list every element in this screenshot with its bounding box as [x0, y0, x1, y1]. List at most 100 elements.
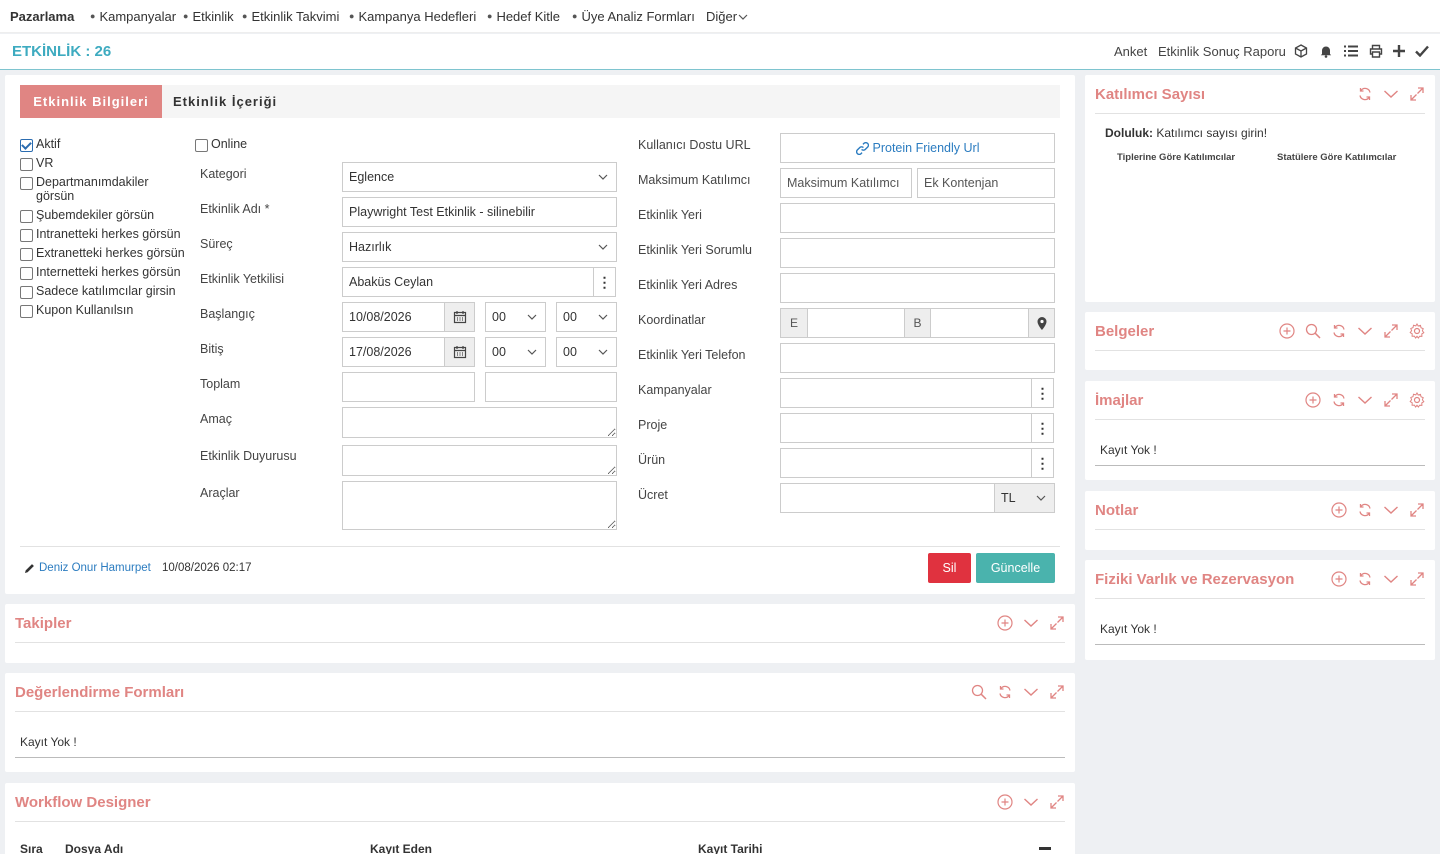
proje-input[interactable] [780, 413, 1032, 443]
refresh-icon[interactable] [997, 684, 1013, 700]
expand-icon[interactable] [1409, 86, 1425, 102]
tab-etkinlik-icerigi[interactable]: Etkinlik İçeriği [173, 85, 277, 118]
delete-button[interactable]: Sil [928, 553, 971, 583]
checkbox-box[interactable] [20, 267, 33, 280]
proje-menu-button[interactable]: ⋮ [1032, 413, 1054, 443]
column-header-kayit-eden[interactable]: Kayıt Eden [370, 842, 432, 854]
surec-select[interactable]: Hazırlık [342, 232, 617, 262]
chevron-down-icon[interactable] [1023, 794, 1039, 810]
maksimum-katilimci-input[interactable]: Maksimum Katılımcı [780, 168, 912, 198]
checkbox-intranet[interactable]: Intranetteki herkes görsün [20, 227, 181, 242]
urun-menu-button[interactable]: ⋮ [1032, 448, 1054, 478]
expand-icon[interactable] [1049, 794, 1065, 810]
checkbox-departman[interactable]: Departmanımdakiler görsün [20, 175, 180, 203]
chevron-down-icon[interactable] [1023, 615, 1039, 631]
toplam-input-2[interactable] [485, 372, 617, 402]
etkinlik-adi-input[interactable]: Playwright Test Etkinlik - silinebilir [342, 197, 617, 227]
nav-item-kampanya-hedefleri[interactable]: ● Kampanya Hedefleri [349, 9, 476, 24]
amac-textarea[interactable] [342, 407, 617, 438]
checkbox-vr[interactable]: VR [20, 156, 53, 171]
tab-etkinlik-bilgileri[interactable]: Etkinlik Bilgileri [20, 85, 162, 118]
anket-link[interactable]: Anket [1114, 44, 1147, 59]
chevron-down-icon[interactable] [1383, 502, 1399, 518]
nav-item-uye-analiz-formlari[interactable]: ● Üye Analiz Formları [572, 9, 695, 24]
baslangic-minute-select[interactable]: 00 [556, 302, 617, 332]
checkbox-box[interactable] [20, 229, 33, 242]
chevron-down-icon[interactable] [1357, 392, 1373, 408]
nav-item-hedef-kitle[interactable]: ● Hedef Kitle [487, 9, 560, 24]
bell-icon[interactable] [1318, 43, 1334, 59]
expand-icon[interactable] [1049, 684, 1065, 700]
chevron-down-icon[interactable] [1357, 323, 1373, 339]
check-icon[interactable] [1414, 43, 1430, 59]
refresh-icon[interactable] [1331, 323, 1347, 339]
refresh-icon[interactable] [1357, 571, 1373, 587]
column-header-sira[interactable]: Sıra [20, 842, 43, 854]
checkbox-box[interactable] [20, 210, 33, 223]
checkbox-kupon[interactable]: Kupon Kullanılsın [20, 303, 133, 318]
checkbox-internet[interactable]: Internetteki herkes görsün [20, 265, 181, 280]
gear-icon[interactable] [1409, 392, 1425, 408]
search-icon[interactable] [971, 684, 987, 700]
refresh-icon[interactable] [1357, 86, 1373, 102]
checkbox-online[interactable]: Online [195, 137, 247, 152]
etkinlik-yeri-adres-input[interactable] [780, 273, 1055, 303]
expand-icon[interactable] [1409, 502, 1425, 518]
cube-icon[interactable] [1293, 43, 1309, 59]
list-icon[interactable] [1343, 43, 1359, 59]
yetkili-input[interactable]: Abaküs Ceylan [342, 267, 594, 297]
map-marker-icon[interactable] [1028, 309, 1054, 337]
checkbox-box[interactable] [20, 286, 33, 299]
gear-icon[interactable] [1409, 323, 1425, 339]
refresh-icon[interactable] [1357, 502, 1373, 518]
expand-icon[interactable] [1409, 571, 1425, 587]
plus-icon[interactable] [1391, 43, 1407, 59]
currency-select[interactable]: TL [994, 483, 1055, 513]
nav-item-etkinlik-takvimi[interactable]: ● Etkinlik Takvimi [242, 9, 339, 24]
record-user-link[interactable]: Deniz Onur Hamurpet [39, 562, 151, 574]
friendly-url-button[interactable]: Protein Friendly Url [780, 133, 1055, 163]
checkbox-sadece-katilimcilar[interactable]: Sadece katılımcılar girsin [20, 284, 176, 299]
kampanyalar-input[interactable] [780, 378, 1032, 408]
checkbox-extranet[interactable]: Extranetteki herkes görsün [20, 246, 185, 261]
refresh-icon[interactable] [1331, 392, 1347, 408]
etkinlik-yeri-input[interactable] [780, 203, 1055, 233]
checkbox-sube[interactable]: Şubemdekiler görsün [20, 208, 154, 223]
update-button[interactable]: Güncelle [976, 553, 1055, 583]
baslangic-date-input[interactable]: 10/08/2026 [342, 302, 475, 332]
calendar-icon[interactable] [444, 338, 474, 366]
ucret-input[interactable] [780, 483, 995, 513]
urun-input[interactable] [780, 448, 1032, 478]
nav-item-diger[interactable]: Diğer [706, 9, 748, 24]
baslangic-hour-select[interactable]: 00 [485, 302, 546, 332]
yetkili-menu-button[interactable]: ⋮ [594, 267, 616, 297]
print-icon[interactable] [1368, 43, 1384, 59]
bitis-minute-select[interactable]: 00 [556, 337, 617, 367]
chevron-down-icon[interactable] [1023, 684, 1039, 700]
checkbox-box[interactable] [20, 248, 33, 261]
column-header-dosya-adi[interactable]: Dosya Adı [65, 842, 123, 854]
nav-item-etkinlik[interactable]: ● Etkinlik [183, 9, 234, 24]
minus-icon[interactable] [1039, 847, 1051, 850]
checkbox-box[interactable] [195, 139, 208, 152]
chevron-down-icon[interactable] [1383, 571, 1399, 587]
etkinlik-yeri-sorumlu-input[interactable] [780, 238, 1055, 268]
calendar-icon[interactable] [444, 303, 474, 331]
bitis-date-input[interactable]: 17/08/2026 [342, 337, 475, 367]
add-icon[interactable] [1331, 502, 1347, 518]
chevron-down-icon[interactable] [1383, 86, 1399, 102]
bitis-hour-select[interactable]: 00 [485, 337, 546, 367]
ek-kontenjan-input[interactable]: Ek Kontenjan [917, 168, 1055, 198]
checkbox-box[interactable] [20, 177, 33, 190]
kampanyalar-menu-button[interactable]: ⋮ [1032, 378, 1054, 408]
checkbox-aktif[interactable]: Aktif [20, 137, 60, 152]
checkbox-box[interactable] [20, 158, 33, 171]
araclar-textarea[interactable] [342, 481, 617, 530]
add-icon[interactable] [997, 794, 1013, 810]
nav-brand[interactable]: Pazarlama [10, 9, 74, 24]
toplam-input-1[interactable] [342, 372, 475, 402]
add-icon[interactable] [997, 615, 1013, 631]
nav-item-kampanyalar[interactable]: ● Kampanyalar [90, 9, 176, 24]
expand-icon[interactable] [1383, 323, 1399, 339]
etkinlik-yeri-telefon-input[interactable] [780, 343, 1055, 373]
